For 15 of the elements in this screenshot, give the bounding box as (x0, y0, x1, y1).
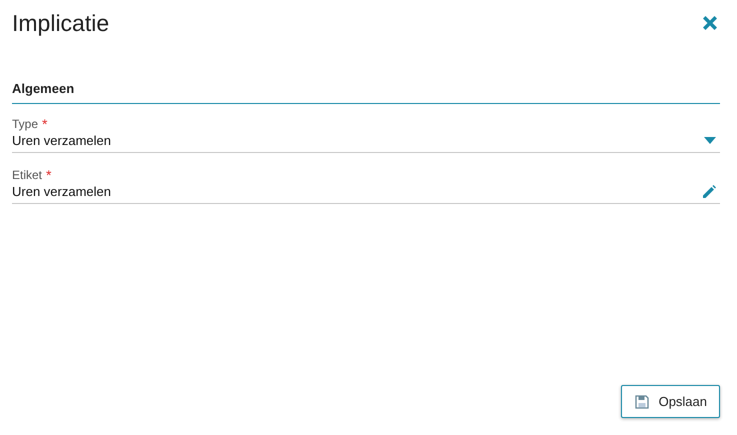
field-label: Type (12, 117, 38, 131)
field-label: Etiket (12, 168, 42, 182)
field-value: Uren verzamelen (12, 133, 111, 148)
pencil-icon[interactable] (702, 184, 716, 198)
input-field[interactable]: Etiket * Uren verzamelen (12, 168, 720, 204)
required-mark: * (46, 168, 52, 182)
caret-icon[interactable] (704, 137, 716, 144)
field-value: Uren verzamelen (12, 184, 111, 199)
dialog-title: Implicatie (12, 10, 110, 36)
save-button[interactable]: Opslaan (620, 385, 720, 418)
required-mark: * (42, 117, 48, 131)
dropdown-field[interactable]: Type * Uren verzamelen (12, 117, 720, 153)
section-heading: Algemeen (12, 81, 720, 104)
save-icon (634, 394, 649, 408)
close-icon[interactable] (701, 14, 719, 32)
